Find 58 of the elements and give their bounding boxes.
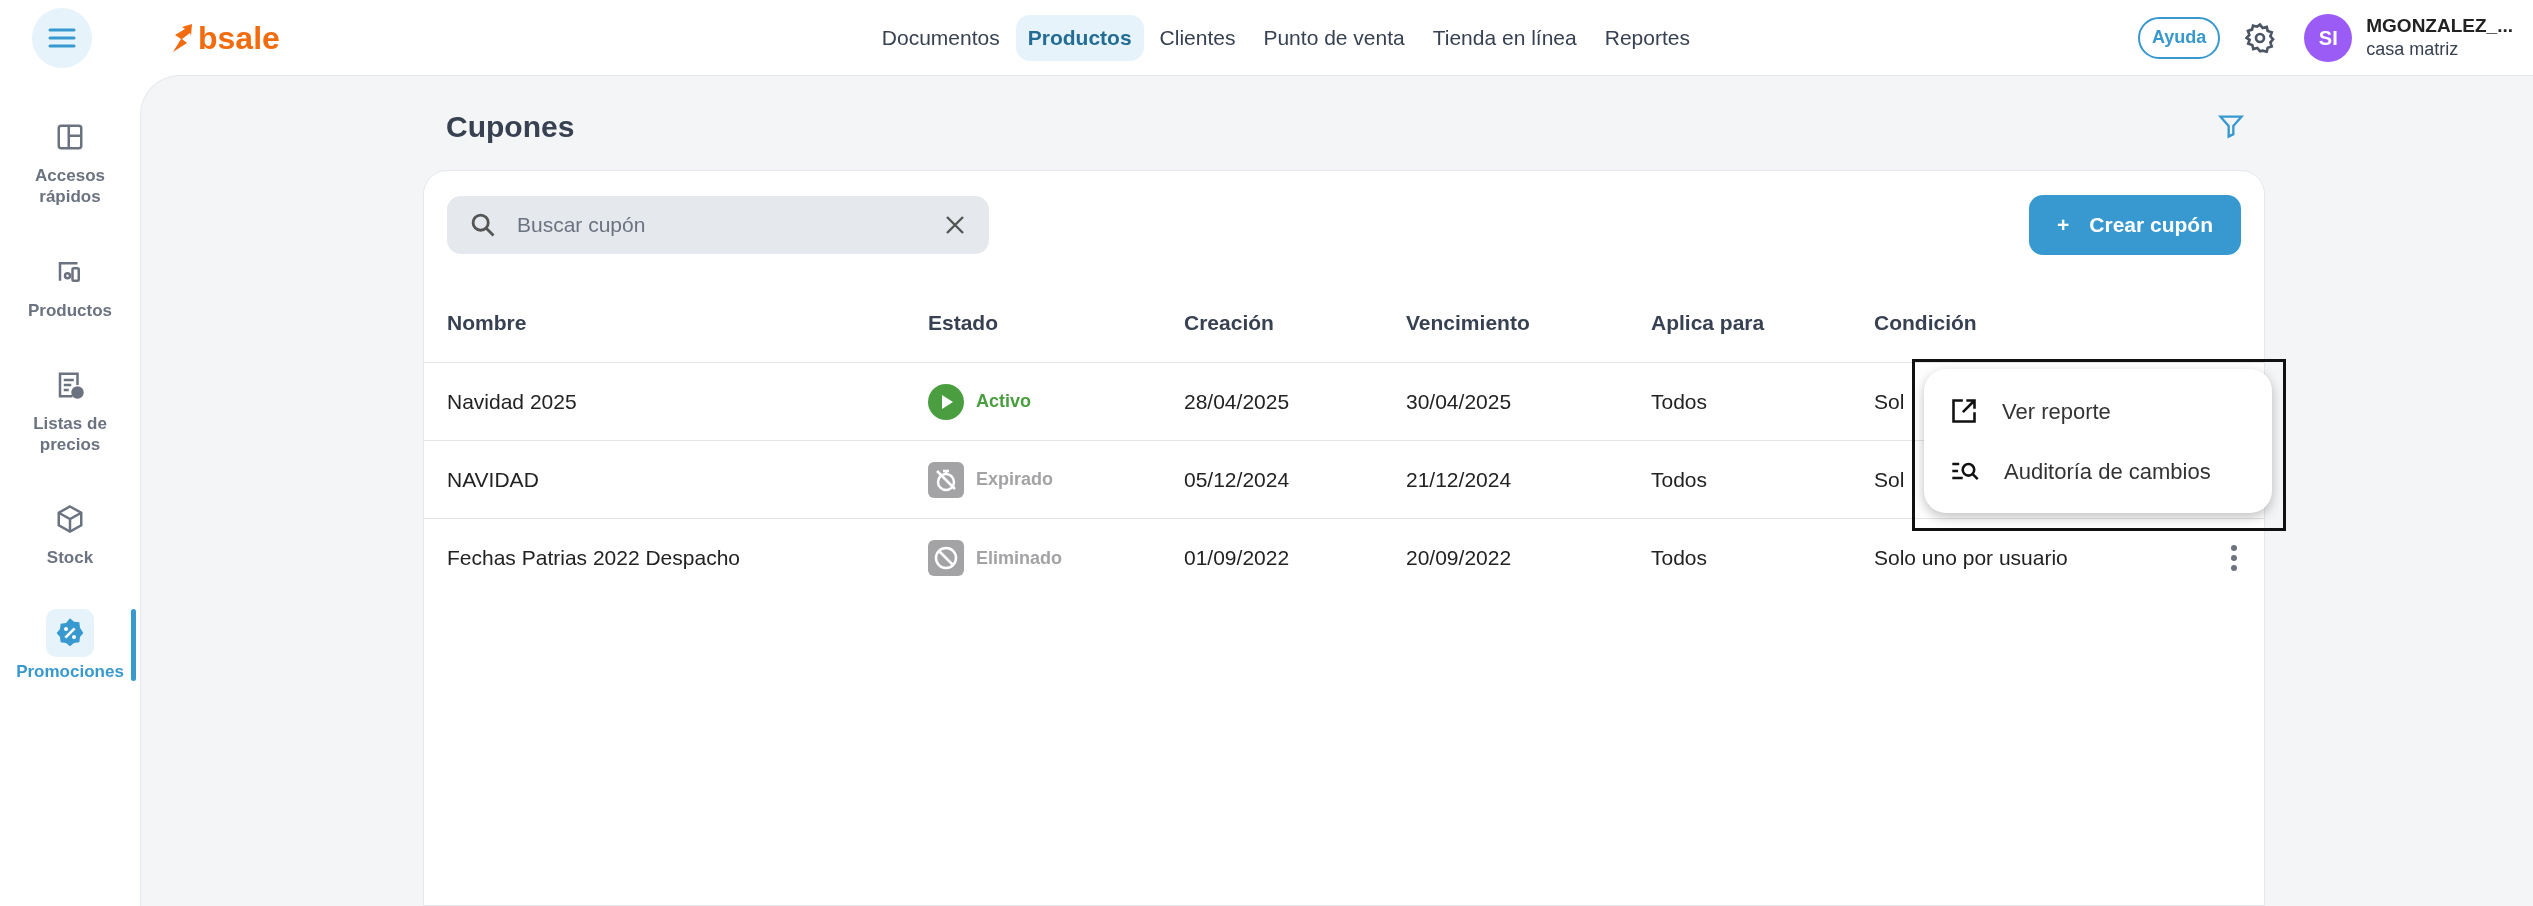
sidebar-item[interactable]: Accesos rápidos [0, 113, 140, 208]
table-cell: 01/09/2022 [1184, 546, 1290, 570]
more-options-icon[interactable] [2229, 544, 2239, 572]
table-cell: Todos [1651, 546, 1708, 570]
play-icon [928, 383, 964, 420]
column-header: Creación [1184, 310, 1274, 334]
table-cell: Todos [1651, 467, 1708, 491]
status-label: Expirado [976, 468, 1054, 491]
table-cell: Navidad 2025 [447, 389, 577, 413]
logo[interactable]: bsale [172, 21, 280, 54]
table-cell-text: Solo uno por usuario [1874, 545, 2068, 572]
page-title: Cupones [446, 108, 575, 145]
branch-name: casa matriz [2366, 38, 2460, 61]
table-cell: Todos [1651, 389, 1708, 413]
search-icon [469, 211, 497, 239]
help-button[interactable]: Ayuda [2137, 16, 2221, 59]
table-cell-text: Sol [1874, 466, 1905, 493]
table-cell: 05/12/2024 [1184, 467, 1290, 491]
user-name: MGONZALEZ_... [2366, 14, 2513, 39]
sidebar-item[interactable]: Productos [0, 247, 140, 321]
external-link-icon [1950, 397, 1978, 425]
user-avatar[interactable]: SI [2304, 13, 2353, 62]
table-cell: NAVIDAD [447, 467, 539, 491]
sidebar-item[interactable]: Listas de precios [0, 360, 140, 456]
table-cell: 20/09/2022 [1406, 546, 1512, 570]
menu-item[interactable]: Ver reporte [1924, 381, 2272, 441]
column-header: Condición [1874, 310, 1977, 334]
nav-tab[interactable]: Documentos [869, 14, 1012, 61]
table-cell-text: Sol [1874, 388, 1905, 415]
cube-icon [55, 504, 85, 535]
nav-tab[interactable]: Tienda en línea [1420, 14, 1589, 61]
nav-tab[interactable]: Clientes [1147, 14, 1248, 61]
search-field[interactable]: Buscar cupón [447, 196, 989, 254]
table-cell: 28/04/2025 [1184, 389, 1290, 413]
nav-tab[interactable]: Reportes [1592, 14, 1702, 61]
table-cell: 21/12/2024 [1406, 467, 1512, 491]
column-header: Nombre [447, 310, 527, 334]
column-header: Estado [928, 310, 998, 334]
prohibited-icon [928, 540, 964, 576]
sidebar-item[interactable]: Stock [0, 495, 140, 569]
create-coupon-button[interactable]: + Crear cupón [2029, 195, 2241, 255]
search-input[interactable]: Buscar cupón [517, 209, 923, 241]
stopwatch-off-icon [928, 461, 964, 498]
menu-item[interactable]: Auditoría de cambios [1924, 441, 2272, 501]
layout-icon [55, 122, 85, 152]
logo-mark-icon [172, 21, 194, 54]
nav-tab[interactable]: Productos [1015, 14, 1144, 61]
status-label: Eliminado [976, 546, 1062, 570]
column-header: Aplica para [1651, 310, 1765, 334]
table-cell: Fechas Patrias 2022 Despacho [447, 546, 740, 570]
menu-icon [48, 27, 76, 48]
column-header: Vencimiento [1406, 310, 1530, 334]
nav-tab[interactable]: Punto de venta [1251, 14, 1417, 61]
discount-badge-icon [54, 616, 86, 649]
sidebar-item[interactable]: Promociones [0, 608, 140, 682]
settings-icon[interactable] [2244, 21, 2277, 54]
status-label: Activo [976, 390, 1031, 413]
table-cell: 30/04/2025 [1406, 389, 1512, 413]
